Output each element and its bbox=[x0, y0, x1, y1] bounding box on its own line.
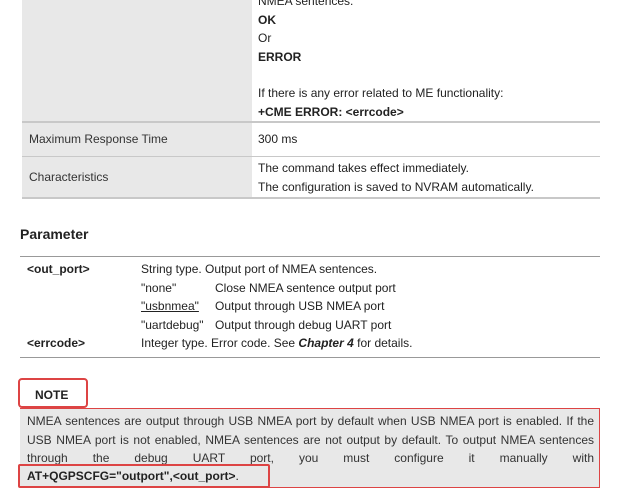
errcode-desc-prefix: Integer type. Error code. See bbox=[141, 336, 299, 350]
characteristics-row: Characteristics The command takes effect… bbox=[22, 155, 600, 199]
param-desc-errcode: Integer type. Error code. See Chapter 4 … bbox=[141, 334, 600, 353]
response-value-cell: NMEA sentences. OK Or ERROR If there is … bbox=[252, 0, 600, 122]
param-option-desc: Output through USB NMEA port bbox=[215, 299, 385, 313]
errcode-desc-suffix: for details. bbox=[353, 336, 413, 350]
parameter-heading: Parameter bbox=[20, 226, 89, 242]
characteristics-line-2: The configuration is saved to NVRAM auto… bbox=[258, 179, 534, 194]
param-row-errcode: <errcode> Integer type. Error code. See … bbox=[20, 334, 600, 353]
command-highlight-box bbox=[18, 464, 270, 488]
param-option: "usbnmea" Output through USB NMEA port bbox=[20, 297, 600, 316]
param-desc-out-port: String type. Output port of NMEA sentenc… bbox=[141, 262, 378, 276]
param-name-out-port: <out_port> bbox=[27, 262, 90, 276]
characteristics-label: Characteristics bbox=[22, 155, 252, 199]
response-line: NMEA sentences. bbox=[258, 0, 354, 8]
max-response-time-label: Maximum Response Time bbox=[22, 121, 252, 156]
characteristics-value: The command takes effect immediately. Th… bbox=[252, 155, 600, 199]
parameter-table: <out_port> String type. Output port of N… bbox=[20, 256, 600, 358]
param-option-key: "usbnmea" bbox=[141, 299, 199, 313]
response-cme-error: +CME ERROR: <errcode> bbox=[258, 104, 404, 119]
response-or: Or bbox=[258, 31, 272, 45]
param-name-errcode: <errcode> bbox=[27, 336, 86, 350]
param-option-desc: Output through debug UART port bbox=[215, 317, 392, 332]
response-ok: OK bbox=[258, 12, 276, 27]
note-label: NOTE bbox=[35, 388, 69, 402]
param-row-out-port: <out_port> String type. Output port of N… bbox=[20, 260, 600, 279]
response-me-error-text: If there is any error related to ME func… bbox=[258, 86, 504, 100]
response-row: NMEA sentences. OK Or ERROR If there is … bbox=[22, 0, 600, 122]
response-table: NMEA sentences. OK Or ERROR If there is … bbox=[22, 0, 600, 199]
max-response-time-row: Maximum Response Time 300 ms bbox=[22, 121, 600, 156]
param-option-desc: Close NMEA sentence output port bbox=[215, 280, 396, 295]
max-response-time-value: 300 ms bbox=[252, 121, 600, 156]
chapter-ref-link[interactable]: Chapter 4 bbox=[298, 336, 353, 350]
param-option-key: "uartdebug" bbox=[141, 317, 204, 332]
characteristics-line-1: The command takes effect immediately. bbox=[258, 161, 469, 176]
param-option: "uartdebug" Output through debug UART po… bbox=[20, 316, 600, 335]
param-option-key: "none" bbox=[141, 280, 177, 295]
note-text: NMEA sentences are output through USB NM… bbox=[27, 414, 594, 465]
param-option: "none" Close NMEA sentence output port bbox=[20, 279, 600, 298]
note-bottom-line bbox=[20, 487, 600, 488]
response-label-cell bbox=[22, 0, 252, 122]
response-error: ERROR bbox=[258, 49, 302, 64]
